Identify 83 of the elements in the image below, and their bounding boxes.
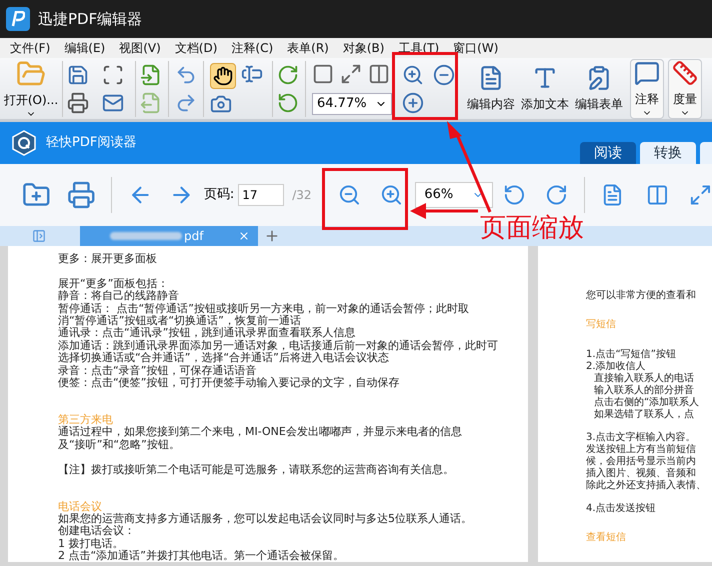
open-button[interactable]: 打开(O)... — [4, 58, 58, 118]
new-tab-icon[interactable] — [264, 228, 280, 244]
menu-item[interactable]: 表单(R) — [287, 39, 329, 57]
menu-item[interactable]: 对象(B) — [342, 39, 384, 57]
hand-tool[interactable] — [210, 62, 236, 88]
text-line: 添加通话：跳到通讯录界面添加另一通话对象，电话接通后前一对象的通话会暂停，此时可 — [58, 340, 498, 352]
toolbar-button[interactable]: 注释 — [630, 58, 664, 118]
menu-item[interactable]: 视图(V) — [119, 39, 161, 57]
toolbar-button[interactable]: 编辑表单 — [572, 58, 626, 118]
rotate-clockwise-icon[interactable] — [277, 64, 299, 86]
text-line: 候，会用括号显示当前内 — [586, 456, 696, 468]
text-line: 静音：将自己的线路静音 — [58, 290, 179, 302]
page-export-icon[interactable] — [140, 92, 162, 114]
text-line: 发送按钮上方有当前短信 — [586, 444, 696, 456]
page-number-field[interactable]: 17 — [238, 184, 284, 206]
section-heading: 第三方来电 — [58, 414, 113, 426]
text-line: 插入图片、视频、音频和 — [586, 468, 696, 480]
toolbar-button[interactable]: 编辑内容 — [464, 58, 518, 118]
text-line: 录音：点击“录音”按钮，可保存通话语音 — [58, 364, 256, 377]
fit-page-icon[interactable] — [340, 62, 362, 84]
text-line: 【注】拨打或接听第二个电话可能是可选服务，请联系您的运营商咨询有关信息。 — [58, 464, 454, 476]
text-line: 便签：点击“便签”按钮，可打开便签手动输入要记录的文字，自动保存 — [58, 377, 400, 390]
text-line: 通讯录：点击“通讯录”按钮，跳到通讯录界面查看联系人信息 — [58, 327, 356, 340]
highlight-frame — [392, 52, 458, 120]
save-icon[interactable] — [67, 64, 89, 86]
text-line: 直接输入联系人的电话 — [593, 373, 694, 384]
text-line: 2.添加收信人 — [586, 361, 646, 372]
text-line: 1.点击“写短信”按钮 — [586, 349, 676, 360]
annotation-label: 页面缩放 — [480, 212, 584, 244]
zoom-select[interactable]: 64.77% — [312, 92, 392, 114]
tab[interactable]: 转换 — [640, 142, 696, 164]
text-line: 选择切换通话或“合并通话”，选择“合并通话”后将进入电话会议状态 — [58, 352, 389, 364]
app-logo-icon — [12, 130, 36, 156]
fullscreen-icon[interactable] — [689, 183, 712, 207]
sidebar-toggle-icon[interactable] — [32, 229, 46, 243]
section-heading: 写短信 — [586, 319, 616, 331]
page-total: /32 — [292, 187, 312, 204]
text-line: 您可以非常方便的查看和 — [586, 290, 696, 302]
text-line: 通话过程中，如果您接到第二个来电，MI-ONE会发出嘟嘟声，并显示来电者的信息 — [58, 426, 462, 438]
text-line: 4.点击发送按钮 — [586, 503, 656, 515]
window-title: 轻快PDF阅读器 — [46, 134, 136, 152]
toolbar-button[interactable]: 度量 — [668, 58, 702, 118]
text-line: 点击右侧的“添加联系人 — [593, 397, 700, 408]
fit-width-icon[interactable] — [368, 62, 390, 84]
text-line: 及“接听”和“忽略”按钮。 — [58, 438, 180, 452]
tab[interactable]: 阅读 — [580, 142, 636, 164]
text-line: 创建电话会议： — [58, 525, 135, 538]
undo-icon[interactable] — [175, 64, 197, 86]
ruler-icon — [672, 60, 698, 86]
text-line: 展开“更多”面板包括： — [58, 278, 168, 290]
text-line: 暂停通话： 点击“暂停通话”按钮或接听另一方来电，前一对象的通话会暂停；此时取 — [58, 302, 469, 315]
text-line: 除此之外还支持插入表情、 — [586, 480, 706, 492]
printer-icon[interactable] — [66, 180, 96, 210]
zoom-select[interactable]: 66% — [415, 182, 493, 208]
blurred-filename — [110, 232, 182, 240]
rotate-clockwise-icon[interactable] — [545, 183, 568, 207]
text-line: 消“暂停通话”按钮或者“切换通话”，恢复前一通话 — [58, 315, 301, 328]
app-logo-icon — [6, 7, 30, 31]
page-import-icon[interactable] — [140, 64, 162, 86]
text-line: 3.点击文字框输入内容。 — [586, 432, 696, 444]
menu-item[interactable]: 文件(F) — [10, 39, 50, 57]
section-heading: 电话会议 — [58, 500, 102, 513]
two-page-icon[interactable] — [646, 183, 670, 207]
menu-item[interactable]: 文档(D) — [174, 39, 218, 57]
toolbar-button[interactable]: 添加文本 — [518, 58, 572, 118]
menu-item[interactable]: 注释(C) — [231, 39, 274, 57]
rotate-counterclockwise-icon[interactable] — [502, 183, 526, 207]
rotate-counterclockwise-icon[interactable] — [277, 92, 299, 114]
text-line: 2 点击“添加通话”并拨打其他电话。第一个通话会被保留。 — [58, 550, 344, 562]
menu-item[interactable]: 编辑(E) — [64, 39, 106, 57]
text-line: 更多：展开更多面板 — [58, 253, 157, 266]
text-line: 输入联系人的部分拼音 — [593, 385, 694, 396]
actual-size-icon[interactable] — [312, 62, 334, 84]
section-heading: 查看短信 — [586, 532, 626, 544]
close-icon[interactable] — [238, 230, 250, 242]
text-line: 如果您的运营商支持多方通话服务，您可以发起电话会议同时与多达5位联系人通话。 — [58, 513, 472, 526]
text-line: 如果选错了联系人，点 — [593, 409, 694, 421]
printer-icon[interactable] — [67, 92, 89, 114]
window-title: 迅捷PDF编辑器 — [38, 8, 142, 30]
page-label: 页码: — [204, 186, 234, 204]
text-line: 1 拨打电话。 — [58, 538, 124, 550]
speech-bubble-icon — [634, 60, 660, 86]
redo-icon[interactable] — [175, 92, 197, 114]
